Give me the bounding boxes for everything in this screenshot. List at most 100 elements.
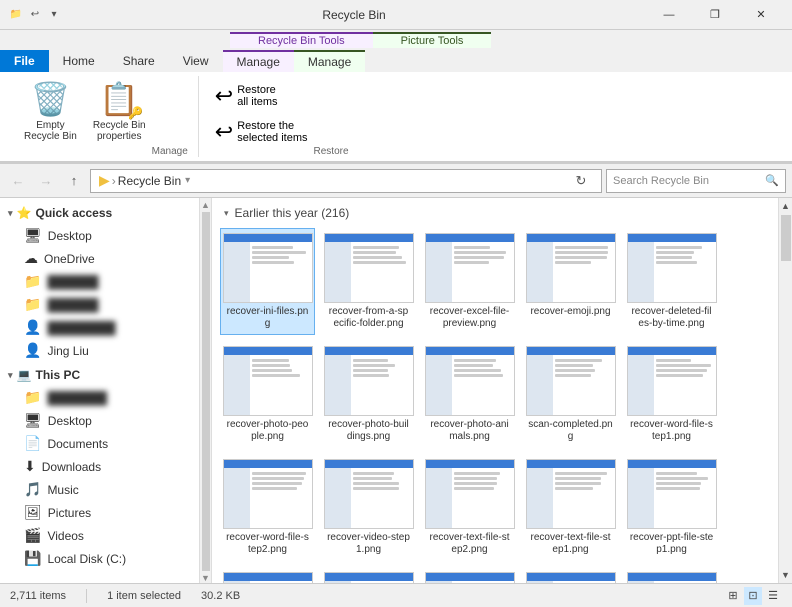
file-thumb-3 [425,233,515,303]
up-button[interactable]: ↑ [62,169,86,193]
desktop-icon: 🖥 [24,227,42,244]
address-bar: ← → ↑ ▶ › Recycle Bin ▾ ↻ Search Recycle… [0,164,792,198]
status-item-count: 2,711 items [10,590,66,602]
sidebar-item-localdisk[interactable]: 💾 Local Disk (C:) [0,547,199,570]
restore-all-items-button[interactable]: ↩ Restoreall items [209,80,314,112]
file-item-8[interactable]: recover-photo-animals.png [422,341,517,448]
file-item-3[interactable]: recover-excel-file-preview.png [422,228,517,335]
file-item-7[interactable]: recover-photo-buildings.png [321,341,416,448]
file-item-12[interactable]: recover-video-step1.png [321,454,416,561]
file-item-15[interactable]: recover-ppt-file-step1.png [624,454,719,561]
empty-recycle-bin-button[interactable]: 🗑️ EmptyRecycle Bin [18,76,83,146]
search-box[interactable]: Search Recycle Bin 🔍 [606,169,786,193]
sidebar-item-downloads[interactable]: ⬇ Downloads [0,455,199,478]
tab-view[interactable]: View [169,50,223,72]
sidebar-item-jingliu[interactable]: 👤 Jing Liu [0,339,199,362]
file-item-9[interactable]: scan-completed.png [523,341,618,448]
file-item-11[interactable]: recover-word-file-step2.png [220,454,315,561]
file-thumb-5 [627,233,717,303]
sidebar-thispc-header[interactable]: ▾ 💻 This PC [0,364,199,386]
status-bar: 2,711 items 1 item selected 30.2 KB ⊞ ⊡ … [0,583,792,607]
restore-selected-label: Restore theselected items [237,120,307,144]
window-controls: — ❐ ✕ [646,0,784,30]
undo-icon: ↩ [27,7,43,23]
minimize-button[interactable]: — [646,0,692,30]
file-thumb-20 [627,572,717,583]
scroll-thumb[interactable] [202,212,210,571]
recycle-bin-properties-button[interactable]: 📋🔑 Recycle Binproperties [87,76,152,146]
tab-file[interactable]: File [0,50,49,72]
status-separator [86,589,87,603]
section-title: Earlier this year (216) [235,206,350,220]
file-name-6: recover-photo-people.png [225,419,310,443]
file-name-15: recover-ppt-file-step1.png [629,532,714,556]
ribbon-group-restore: ↩ Restoreall items ↩ Restore theselected… [199,76,359,157]
dropdown-icon: ▾ [46,7,62,23]
file-item-13[interactable]: recover-text-file-step2.png [422,454,517,561]
address-input[interactable]: ▶ › Recycle Bin ▾ ↻ [90,169,602,193]
view-icon-medium[interactable]: ⊡ [744,587,762,605]
file-item-18[interactable]: recover-photo-step1.png [422,567,517,583]
file-item-19[interactable]: recover-pdf-file-step2.png [523,567,618,583]
tab-manage-recycle[interactable]: Manage [223,50,294,72]
window-title: Recycle Bin [322,8,385,22]
view-icon-tiles[interactable]: ⊞ [724,587,742,605]
file-item-6[interactable]: recover-photo-people.png [220,341,315,448]
vscroll-thumb[interactable] [781,215,791,261]
tab-manage-picture[interactable]: Manage [294,50,365,72]
file-thumb-16 [223,572,313,583]
sidebar-item-label-documents: Documents [47,437,108,451]
view-icon-list[interactable]: ☰ [764,587,782,605]
restore-selected-button[interactable]: ↩ Restore theselected items [209,116,314,148]
file-thumb-7 [324,346,414,416]
file-item-17[interactable]: recover-data-step3-Copy.png [321,567,416,583]
file-item-5[interactable]: recover-deleted-files-by-time.png [624,228,719,335]
file-thumb-17 [324,572,414,583]
right-scrollbar[interactable]: ▲ ▼ [778,198,792,583]
sidebar-item-desktop-pc[interactable]: 🖥 Desktop [0,409,199,432]
title-bar-quickaccess: 📁 ↩ ▾ [8,7,62,23]
pictures-icon: 🖼 [24,504,42,521]
vscroll-up-btn[interactable]: ▲ [778,198,792,214]
sidebar-item-documents[interactable]: 📄 Documents [0,432,199,455]
sidebar-item-label-thispc: This PC [35,368,80,382]
sidebar-item-blurred-pc[interactable]: 📁 ███████ [0,386,199,409]
vscroll-down-btn[interactable]: ▼ [778,567,792,583]
sidebar-item-pictures[interactable]: 🖼 Pictures [0,501,199,524]
tab-share[interactable]: Share [109,50,169,72]
file-item-20[interactable]: recover-pdf-file-step1.png [624,567,719,583]
file-name-9: scan-completed.png [528,419,613,443]
forward-button[interactable]: → [34,169,58,193]
refresh-button[interactable]: ↻ [569,169,593,193]
file-item-1[interactable]: recover-ini-files.png [220,228,315,335]
sidebar-item-blurred1[interactable]: 📁 ██████ [0,270,199,293]
sidebar-item-blurred3[interactable]: 👤 ████████ [0,316,199,339]
sidebar-item-music[interactable]: 🎵 Music [0,478,199,501]
file-item-14[interactable]: recover-text-file-step1.png [523,454,618,561]
file-item-10[interactable]: recover-word-file-step1.png [624,341,719,448]
scroll-down-arrow[interactable]: ▼ [201,573,210,583]
sidebar-item-label-blurredpc: ███████ [47,391,107,405]
file-item-2[interactable]: recover-from-a-specific-folder.png [321,228,416,335]
picture-tools-label: Picture Tools [373,32,492,48]
close-button[interactable]: ✕ [738,0,784,30]
sidebar-item-label-videos: Videos [47,529,83,543]
scroll-up-arrow[interactable]: ▲ [201,200,210,210]
tab-home[interactable]: Home [49,50,109,72]
path-dropdown-arrow[interactable]: ▾ [185,175,190,186]
sidebar-item-label-desktop: Desktop [48,229,92,243]
back-button[interactable]: ← [6,169,30,193]
sidebar-quickaccess-header[interactable]: ▾ ⭐ Quick access [0,202,199,224]
file-name-5: recover-deleted-files-by-time.png [629,306,714,330]
quickaccess-chevron: ▾ [8,208,13,219]
section-chevron[interactable]: ▾ [224,208,229,219]
file-item-16[interactable]: recover-ppt-file-step2.png [220,567,315,583]
maximize-button[interactable]: ❐ [692,0,738,30]
sidebar-item-onedrive[interactable]: ☁ OneDrive [0,247,199,270]
sidebar-item-videos[interactable]: 🎬 Videos [0,524,199,547]
sidebar-item-blurred2[interactable]: 📁 ██████ [0,293,199,316]
sidebar-item-label-blurred2: ██████ [47,298,98,312]
music-icon: 🎵 [24,481,41,498]
sidebar-item-desktop[interactable]: 🖥 Desktop [0,224,199,247]
file-item-4[interactable]: recover-emoji.png [523,228,618,335]
